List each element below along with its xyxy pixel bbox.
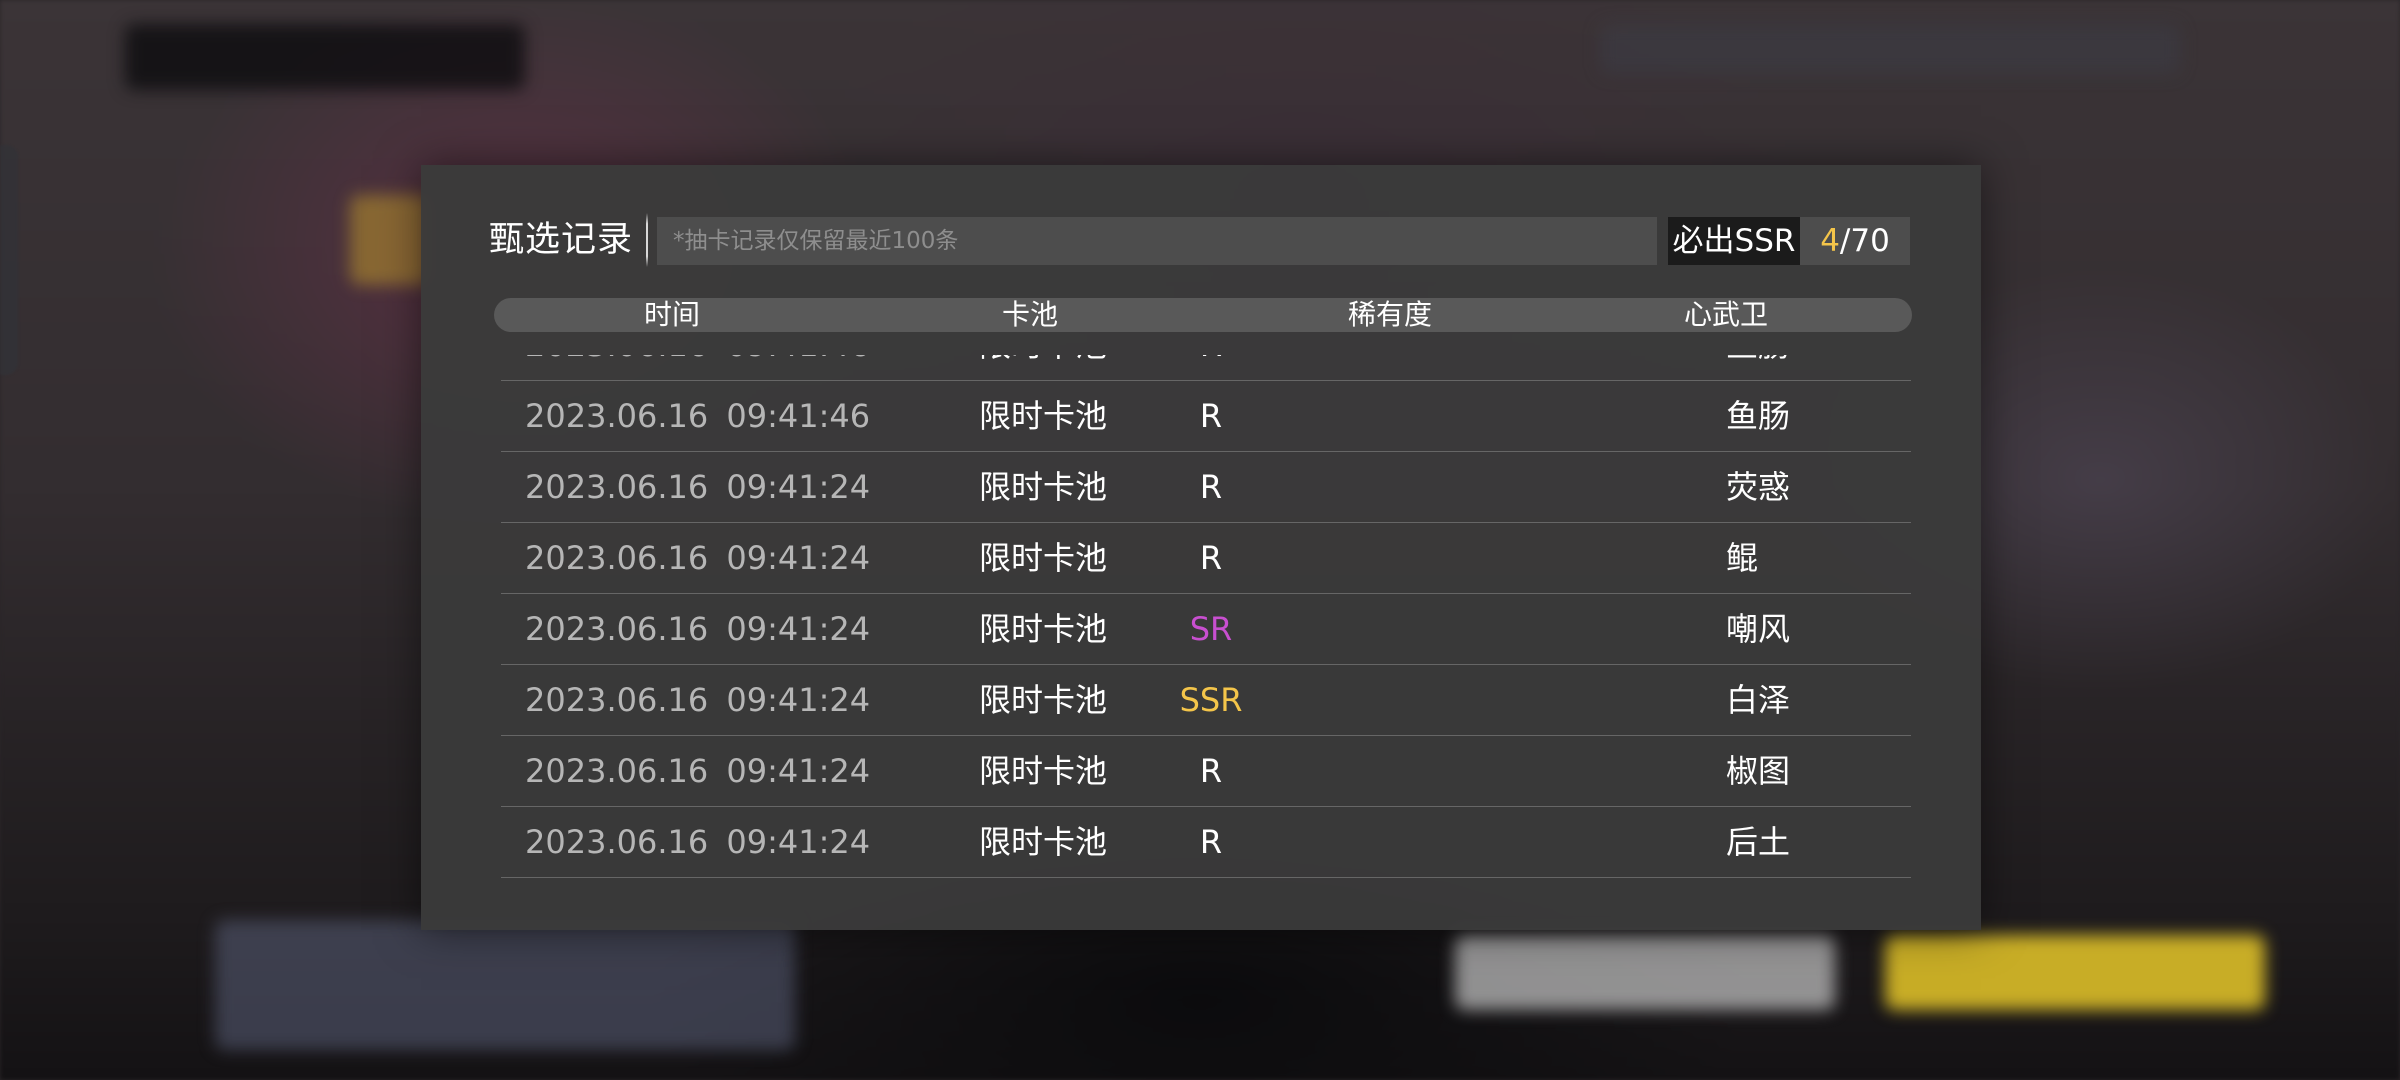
guarantee-label: 必出SSR	[1668, 217, 1800, 265]
table-row: 2023.06.16 09:41:24 限时卡池 R 荧惑	[501, 452, 1911, 523]
row-rarity: R	[1199, 539, 1223, 577]
row-time: 2023.06.16 09:41:24	[525, 468, 871, 506]
row-rarity: R	[1199, 752, 1223, 790]
table-row: 2023.06.16 09:41:24 限时卡池 R 后土	[501, 807, 1911, 878]
row-rarity: R	[1199, 823, 1223, 861]
draw-history-dialog: 甄选记录 *抽卡记录仅保留最近100条 必出SSR 4/70 时间 卡池 稀有度…	[421, 165, 1981, 930]
row-character: 白泽	[1726, 681, 1791, 719]
header-time: 时间	[643, 298, 700, 331]
row-rarity: R	[1021, 355, 1401, 380]
blurred-top-nav	[125, 24, 525, 90]
row-time: 2023.06.16 09:41:46	[525, 355, 870, 380]
table-header: 时间 卡池 稀有度 心武卫	[494, 298, 1912, 332]
row-character: 荧惑	[1726, 468, 1791, 506]
table-row: 2023.06.16 09:41:46限时卡池R鱼肠	[501, 381, 1911, 452]
header-pool: 卡池	[1001, 298, 1058, 331]
blurred-side-tab	[0, 145, 18, 375]
row-time: 2023.06.16 09:41:24	[525, 752, 871, 790]
row-time: 2023.06.16 09:41:24	[525, 823, 871, 861]
row-rarity: SR	[1189, 610, 1233, 648]
notice-text: *抽卡记录仅保留最近100条	[673, 228, 959, 254]
row-rarity: R	[1199, 397, 1223, 435]
table-row: 2023.06.16 09:41:24 限时卡池 SSR 白泽	[501, 665, 1911, 736]
header-rarity: 稀有度	[1347, 298, 1432, 331]
notice-bar: *抽卡记录仅保留最近100条	[657, 217, 1657, 265]
row-rarity: SSR	[1179, 681, 1243, 719]
blurred-currency-bar	[1600, 24, 2180, 74]
table-row: 2023.06.16 09:41:46限时卡池R鱼肠	[501, 355, 1911, 381]
row-rarity: R	[1199, 468, 1223, 506]
dialog-title: 甄选记录	[489, 220, 634, 260]
guarantee-total: /70	[1839, 223, 1890, 259]
row-character: 鱼肠	[1726, 397, 1791, 435]
row-time: 2023.06.16 09:41:24	[525, 539, 871, 577]
guarantee-current: 4	[1820, 223, 1840, 259]
title-divider	[646, 213, 648, 267]
guarantee-counter: 4/70	[1800, 217, 1910, 265]
row-time: 2023.06.16 09:41:24	[525, 610, 871, 648]
header-character: 心武卫	[1683, 298, 1768, 331]
row-character: 后土	[1726, 823, 1791, 861]
row-time: 2023.06.16 09:41:24	[525, 681, 871, 719]
blurred-decoration	[350, 195, 430, 285]
row-character: 鱼肠	[1726, 355, 1790, 380]
blurred-multi-draw-button	[1885, 935, 2265, 1010]
history-rows: 2023.06.16 09:41:46 限时卡池 R 鱼肠 2023.06.16 09:…	[501, 355, 1911, 878]
blurred-banner-card	[215, 920, 795, 1050]
table-row: 2023.06.16 09:41:24 限时卡池 R 鲲	[501, 523, 1911, 594]
table-row: 2023.06.16 09:41:24 限时卡池 R 椒图	[501, 736, 1911, 807]
row-character: 鲲	[1726, 539, 1759, 577]
blurred-single-draw-button	[1455, 935, 1835, 1010]
row-time: 2023.06.16 09:41:46	[525, 397, 871, 435]
history-list[interactable]: 2023.06.16 09:41:46 限时卡池 R 鱼肠 2023.06.16 09:…	[501, 355, 1911, 915]
table-row: 2023.06.16 09:41:24 限时卡池 SR 嘲风	[501, 594, 1911, 665]
row-character: 椒图	[1726, 752, 1791, 790]
row-character: 嘲风	[1726, 610, 1791, 648]
